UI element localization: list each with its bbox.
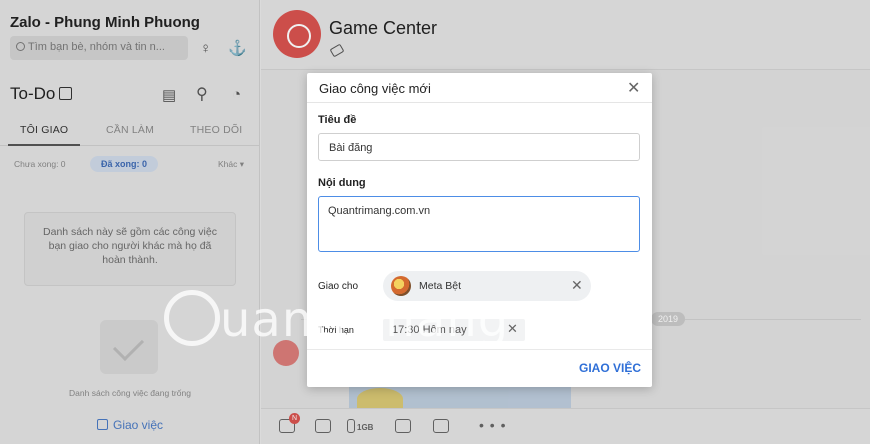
title-input[interactable]: Bài đăng — [318, 133, 640, 161]
content-textarea[interactable]: Quantrimang.com.vn — [318, 196, 640, 252]
watermark: uantrimang — [220, 292, 510, 348]
title-label: Tiêu đề — [318, 114, 357, 126]
assignee-name: Meta Bệt — [419, 280, 462, 292]
dialog-divider — [307, 349, 652, 350]
watermark-logo — [164, 290, 220, 346]
remove-assignee-icon[interactable]: ✕ — [571, 277, 583, 294]
content-label: Nội dung — [318, 177, 366, 189]
assign-task-submit-button[interactable]: GIAO VIỆC — [579, 361, 641, 375]
assignee-label: Giao cho — [318, 281, 359, 292]
dialog-header: Giao công việc mới ✕ — [307, 73, 652, 103]
close-icon[interactable]: ✕ — [627, 78, 640, 98]
app-window: Zalo - Phung Minh Phuong Tìm bạn bè, nhó… — [0, 0, 870, 444]
dialog-title: Giao công việc mới — [319, 81, 431, 96]
